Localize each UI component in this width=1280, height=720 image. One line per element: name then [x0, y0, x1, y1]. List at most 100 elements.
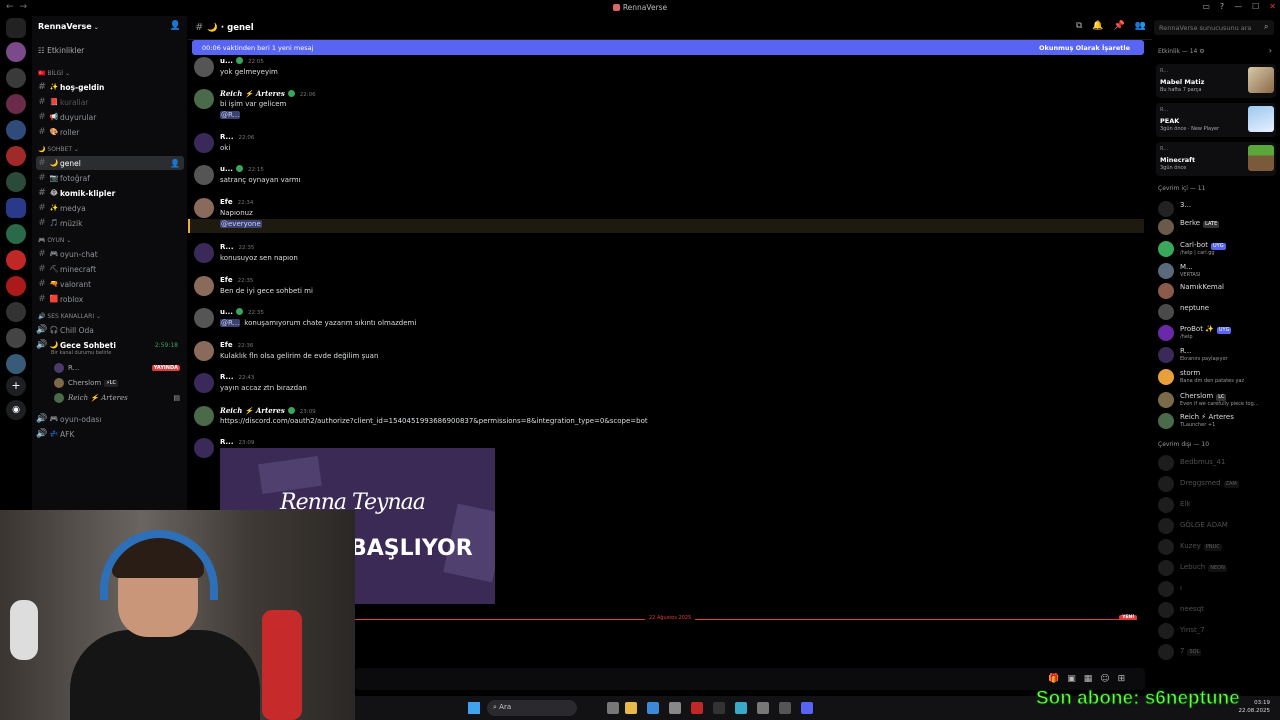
channel-medya[interactable]: # ✨ medya — [36, 201, 184, 215]
voice-channel-oyun-odasi[interactable]: 🔊 🎮 oyun-odası — [36, 412, 184, 426]
pin-icon[interactable]: 📌 — [1114, 21, 1125, 31]
member-item[interactable]: M... VERTASI — [1158, 262, 1278, 280]
member-item[interactable]: Berke LATE — [1158, 218, 1278, 236]
activity-card[interactable]: R... Minecraft 3gün önce — [1156, 142, 1276, 176]
member-item[interactable]: Lebuch NEON — [1158, 559, 1278, 577]
app-icon[interactable] — [757, 702, 769, 714]
mark-read-button[interactable]: Okunmuş Olarak İşaretle — [1039, 44, 1130, 52]
member-item[interactable]: 3... — [1158, 200, 1278, 218]
member-item[interactable]: Carl-bot UYG/help | carl.gg — [1158, 240, 1278, 258]
avatar[interactable] — [194, 373, 214, 393]
voice-channel-afk[interactable]: 🔊 💤 AFK — [36, 427, 184, 441]
category-chat[interactable]: 🌙 SOHBET ⌄ — [38, 146, 79, 153]
members-icon[interactable]: 👥 — [1135, 21, 1146, 31]
channel-roblox[interactable]: # 🟥 roblox — [36, 292, 184, 306]
avatar[interactable] — [194, 57, 214, 77]
member-item[interactable]: GÖLGE ADAM — [1158, 517, 1278, 535]
author-name[interactable]: Efe — [220, 198, 233, 206]
category-game[interactable]: 🎮 OYUN ⌄ — [38, 237, 71, 244]
server-icon[interactable] — [6, 276, 26, 296]
add-member-icon[interactable]: 👤 — [170, 159, 180, 168]
author-name[interactable]: Reich ⚡ Arteres — [220, 406, 285, 415]
channel-oyun-chat[interactable]: # 🎮 oyun-chat — [36, 247, 184, 261]
server-icon[interactable] — [6, 354, 26, 374]
apps-icon[interactable]: ⊞ — [1118, 674, 1126, 684]
avatar[interactable] — [194, 406, 214, 426]
author-name[interactable]: R... — [220, 243, 234, 251]
server-icon[interactable] — [6, 250, 26, 270]
member-item[interactable]: 7 SQL — [1158, 643, 1278, 661]
app-icon[interactable] — [735, 702, 747, 714]
avatar[interactable] — [194, 308, 214, 328]
server-icon[interactable] — [6, 94, 26, 114]
maximize-icon[interactable]: ☐ — [1252, 2, 1259, 11]
gift-icon[interactable]: 🎁 — [1048, 674, 1059, 684]
member-item[interactable]: neptune — [1158, 303, 1278, 321]
user-mention[interactable]: @everyone — [220, 220, 262, 228]
server-icon[interactable] — [6, 198, 26, 218]
search-input[interactable] — [1154, 20, 1274, 35]
emoji-icon[interactable]: ☺ — [1100, 674, 1109, 684]
help-icon[interactable]: ? — [1220, 2, 1224, 11]
collapse-icon[interactable]: › — [1269, 46, 1272, 55]
server-icon[interactable] — [6, 68, 26, 88]
home-icon[interactable] — [6, 18, 26, 38]
message-input[interactable] — [355, 668, 1145, 690]
channel-hos-geldin[interactable]: # ✨ hoş-geldin — [36, 80, 184, 94]
close-icon[interactable]: ✕ — [1269, 2, 1276, 11]
avatar[interactable] — [194, 243, 214, 263]
server-icon[interactable] — [6, 146, 26, 166]
server-icon[interactable] — [6, 224, 26, 244]
activity-card[interactable]: R... PEAK 3gün önce · New Player — [1156, 103, 1276, 137]
member-item[interactable]: Yinst_7 — [1158, 622, 1278, 640]
channel-minecraft[interactable]: # ⛏ minecraft — [36, 262, 184, 276]
channel-valorant[interactable]: # 🔫 valorant — [36, 277, 184, 291]
member-item[interactable]: Dreggsmed ZAM — [1158, 475, 1278, 493]
avatar[interactable] — [194, 165, 214, 185]
channel-status[interactable]: Bir kanal durumu belirle — [51, 350, 111, 356]
avatar[interactable] — [194, 89, 214, 109]
member-item[interactable]: Cherslom LC Even if we carefully piece tog… — [1158, 391, 1278, 409]
server-icon[interactable] — [6, 42, 26, 62]
author-name[interactable]: u... — [220, 165, 233, 173]
user-mention[interactable]: @R... — [220, 319, 241, 327]
task-view-icon[interactable] — [607, 702, 619, 714]
voice-user[interactable]: Reich ⚡ Arteres ▤ — [54, 391, 184, 405]
minimize-icon[interactable]: — — [1234, 2, 1242, 11]
app-icon[interactable] — [713, 702, 725, 714]
threads-icon[interactable]: ⧉ — [1076, 21, 1082, 31]
member-item[interactable]: ı — [1158, 580, 1278, 598]
system-clock[interactable]: 03:19 22.08.2025 — [1239, 699, 1271, 715]
category-voice[interactable]: 🔊 SES KANALLARI ⌄ — [38, 313, 101, 320]
author-name[interactable]: Efe — [220, 341, 233, 349]
message-link[interactable]: https://discord.com/oauth2/authorize?cli… — [220, 417, 648, 425]
member-item[interactable]: Kuzey PNUC — [1158, 538, 1278, 556]
sticker-icon[interactable]: ▦ — [1084, 674, 1093, 684]
voice-user[interactable]: Cherslom ⚡LC — [54, 376, 184, 390]
author-name[interactable]: u... — [220, 57, 233, 65]
invite-icon[interactable]: 👤 — [170, 21, 181, 31]
server-icon[interactable] — [6, 328, 26, 348]
discord-icon[interactable] — [801, 702, 813, 714]
store-icon[interactable] — [647, 702, 659, 714]
voice-user[interactable]: R... YAYINDA — [54, 361, 184, 375]
new-messages-bar[interactable]: 00:06 vaktinden beri 1 yeni mesaj Okunmu… — [192, 40, 1144, 55]
avatar[interactable] — [194, 276, 214, 296]
avatar[interactable] — [194, 438, 214, 458]
server-icon[interactable] — [6, 120, 26, 140]
member-item[interactable]: Reich ⚡ Arteres TLauncher +1 — [1158, 412, 1278, 430]
user-mention[interactable]: @R... — [220, 111, 241, 119]
member-item[interactable]: Elk — [1158, 496, 1278, 514]
member-item[interactable]: NamıkKemal — [1158, 282, 1278, 300]
category-info[interactable]: 🇹🇷 BİLGİ ⌄ — [38, 70, 70, 77]
author-name[interactable]: R... — [220, 133, 234, 141]
inbox-icon[interactable]: ▭ — [1202, 2, 1210, 11]
gif-icon[interactable]: ▣ — [1067, 674, 1076, 684]
author-name[interactable]: u... — [220, 308, 233, 316]
member-item[interactable]: ProBot ✨ UYG/help — [1158, 324, 1278, 342]
activity-card[interactable]: R... Mabel Matiz Bu hafta 7 parça — [1156, 64, 1276, 98]
server-icon[interactable] — [6, 172, 26, 192]
member-item[interactable]: neesqt — [1158, 601, 1278, 619]
bell-icon[interactable]: 🔔 — [1092, 21, 1103, 31]
channel-muzik[interactable]: # 🎵 müzik — [36, 216, 184, 230]
